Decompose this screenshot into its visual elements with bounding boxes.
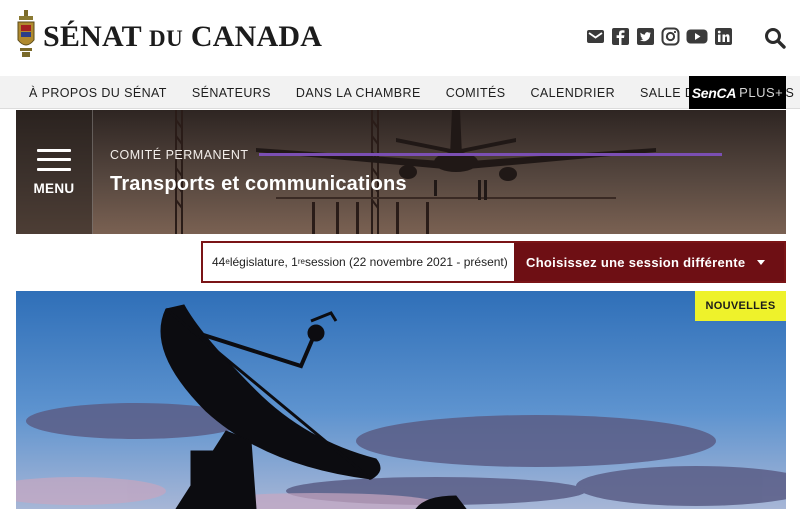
committee-banner: MENU COMITÉ PERMANENT Transports et comm…: [16, 110, 786, 234]
nav-item-comites[interactable]: COMITÉS: [446, 86, 506, 100]
linkedin-icon[interactable]: [714, 27, 733, 46]
legislature-text: législature, 1: [229, 255, 298, 269]
site-logo[interactable]: SÉNAT DU CANADA: [43, 20, 322, 54]
brand-main: SÉNAT: [43, 20, 142, 53]
session-suffix: re: [297, 256, 305, 266]
nav-item-chambre[interactable]: DANS LA CHAMBRE: [296, 86, 421, 100]
menu-button[interactable]: MENU: [16, 110, 93, 234]
twitter-icon[interactable]: [636, 27, 655, 46]
nav-item-senateurs[interactable]: SÉNATEURS: [192, 86, 271, 100]
committee-title: Transports et communications: [110, 173, 407, 195]
choose-session-label: Choisissez une session différente: [526, 254, 746, 270]
choose-session-dropdown[interactable]: Choisissez une session différente: [514, 243, 784, 281]
site-header: SÉNAT DU CANADA: [0, 0, 800, 76]
menu-label: MENU: [33, 180, 75, 196]
news-badge[interactable]: NOUVELLES: [695, 291, 786, 321]
search-icon[interactable]: [764, 27, 786, 49]
legislature-suffix: e: [225, 256, 230, 266]
main-navigation: À PROPOS DU SÉNAT SÉNATEURS DANS LA CHAM…: [0, 76, 800, 109]
nav-item-calendrier[interactable]: CALENDRIER: [530, 86, 615, 100]
hero-image[interactable]: [16, 291, 786, 509]
committee-type: COMITÉ PERMANENT: [110, 148, 249, 162]
session-selector: 44 e législature, 1 re session (22 novembr…: [201, 241, 786, 283]
current-session-text: 44 e législature, 1 re session (22 novembr…: [203, 243, 514, 281]
brand-du: DU: [148, 26, 184, 51]
brand-end: CANADA: [190, 20, 323, 53]
instagram-icon[interactable]: [661, 27, 680, 46]
envelope-icon[interactable]: [586, 27, 605, 46]
airplane-background-image: [16, 110, 786, 234]
caret-down-icon: [757, 259, 766, 265]
hamburger-icon: [37, 148, 71, 171]
senca-plus-button[interactable]: SenCA PLUS+: [689, 76, 786, 109]
session-text: session (22 novembre 2021 - présent): [304, 255, 508, 269]
accent-line: [259, 153, 722, 156]
legislature-number: 44: [212, 255, 226, 269]
satellite-dish-image: [16, 291, 786, 509]
senca-label: SenCA: [691, 84, 737, 101]
youtube-icon[interactable]: [686, 27, 708, 46]
social-links: [586, 27, 733, 46]
senate-crest-icon[interactable]: [16, 10, 36, 58]
senca-plus-label: PLUS+: [739, 85, 784, 100]
facebook-icon[interactable]: [611, 27, 630, 46]
nav-item-a-propos[interactable]: À PROPOS DU SÉNAT: [29, 86, 167, 100]
